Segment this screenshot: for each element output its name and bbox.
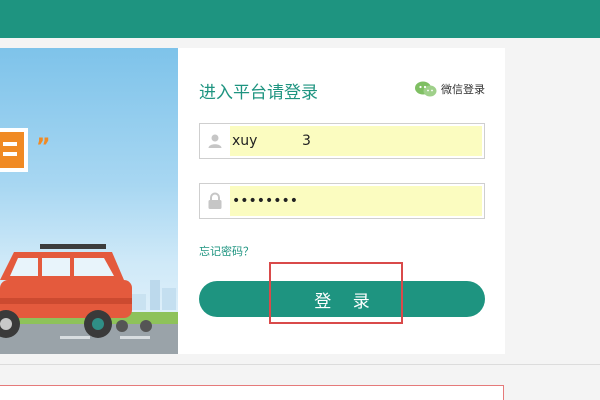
password-input[interactable] xyxy=(230,186,482,216)
promo-banner: ” xyxy=(0,48,178,354)
login-title: 进入平台请登录 xyxy=(199,83,318,103)
svg-text:”: ” xyxy=(36,135,50,160)
section-divider xyxy=(0,364,600,365)
wechat-icon xyxy=(415,81,437,97)
username-field[interactable] xyxy=(199,123,485,159)
wechat-login-link[interactable]: 微信登录 xyxy=(415,81,485,97)
wechat-login-label: 微信登录 xyxy=(441,83,485,96)
username-input[interactable] xyxy=(230,126,482,156)
banner-sign xyxy=(0,132,24,168)
banner-illustration: ” xyxy=(0,128,178,354)
annotation-highlight-box xyxy=(269,262,403,324)
password-field[interactable] xyxy=(199,183,485,219)
user-icon xyxy=(200,124,230,158)
lock-icon xyxy=(200,184,230,218)
forgot-password-link[interactable]: 忘记密码？ xyxy=(199,243,254,259)
top-header-bar xyxy=(0,0,600,38)
bottom-notice-box xyxy=(0,385,504,400)
